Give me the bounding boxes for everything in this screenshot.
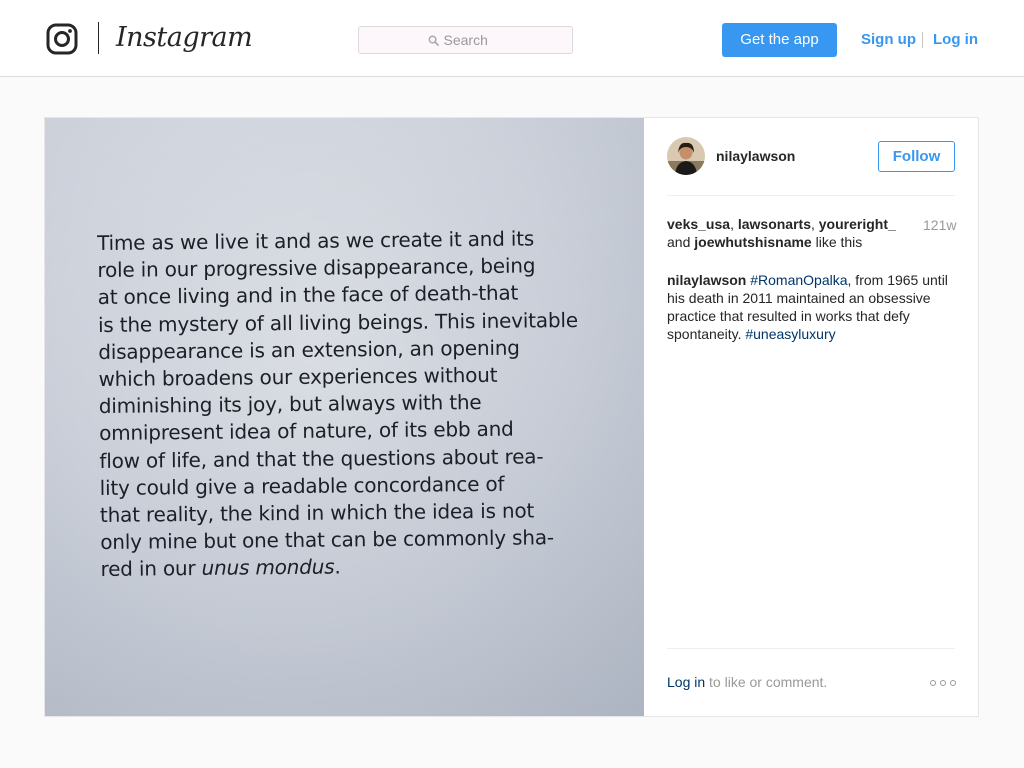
photo-text: Time as we live it and as we create it a…: [97, 225, 613, 584]
liker-username[interactable]: youreright_: [819, 216, 896, 232]
caption-username[interactable]: nilaylawson: [667, 272, 746, 288]
nav-separator: [922, 32, 923, 48]
top-navigation: Instagram Get the app Sign up Log in: [0, 0, 1024, 77]
post-caption: nilaylawson #RomanOpalka, from 1965 unti…: [667, 271, 955, 343]
header-divider: [667, 195, 955, 196]
photo-text-last-line: red in our unus mondus.: [100, 551, 612, 584]
search-input[interactable]: [443, 32, 504, 48]
liker-username[interactable]: joewhutshisname: [694, 234, 811, 250]
photo-text-line: flow of life, and that the questions abo…: [99, 443, 544, 473]
likes-separator: ,: [730, 216, 738, 232]
avatar-image: [667, 137, 705, 175]
avatar[interactable]: [667, 137, 705, 175]
comment-prompt-text: to like or comment.: [705, 674, 828, 690]
logo-divider: [98, 22, 99, 54]
instagram-wordmark[interactable]: Instagram: [116, 20, 253, 56]
get-the-app-button[interactable]: Get the app: [722, 23, 837, 57]
likes-summary: veks_usa, lawsonarts, youreright_and joe…: [667, 215, 907, 251]
instagram-camera-icon[interactable]: [46, 23, 78, 55]
post-card: Time as we live it and as we create it a…: [44, 117, 979, 717]
likes-separator: ,: [810, 216, 819, 232]
search-icon: [428, 35, 439, 46]
hashtag-link[interactable]: #uneasyluxury: [745, 326, 835, 342]
sign-up-link[interactable]: Sign up: [861, 31, 916, 49]
follow-button[interactable]: Follow: [878, 141, 955, 172]
likes-and-text: and: [667, 234, 695, 250]
likes-suffix: like this: [811, 234, 863, 250]
more-options-dot: [930, 680, 936, 686]
post-photo[interactable]: Time as we live it and as we create it a…: [45, 118, 644, 716]
more-options-dot: [950, 680, 956, 686]
photo-text-line: is the mystery of all living beings. Thi…: [97, 307, 578, 337]
photo-text-italic: unus mondus: [201, 554, 335, 581]
comment-log-in-link[interactable]: Log in: [667, 674, 705, 690]
liker-username[interactable]: veks_usa: [667, 216, 730, 232]
more-options-icon[interactable]: [930, 679, 956, 687]
post-timestamp[interactable]: 121w: [923, 216, 956, 234]
photo-text-last-prefix: red in our: [100, 556, 202, 582]
liker-username[interactable]: lawsonarts: [738, 216, 811, 232]
more-options-dot: [940, 680, 946, 686]
hashtag-link[interactable]: #RomanOpalka: [750, 272, 847, 288]
photo-text-last-suffix: .: [334, 554, 341, 579]
comment-prompt: Log in to like or comment.: [667, 673, 827, 691]
search-box[interactable]: [358, 26, 573, 54]
log-in-link[interactable]: Log in: [933, 31, 978, 49]
author-username[interactable]: nilaylawson: [716, 148, 795, 164]
footer-divider: [667, 648, 955, 649]
